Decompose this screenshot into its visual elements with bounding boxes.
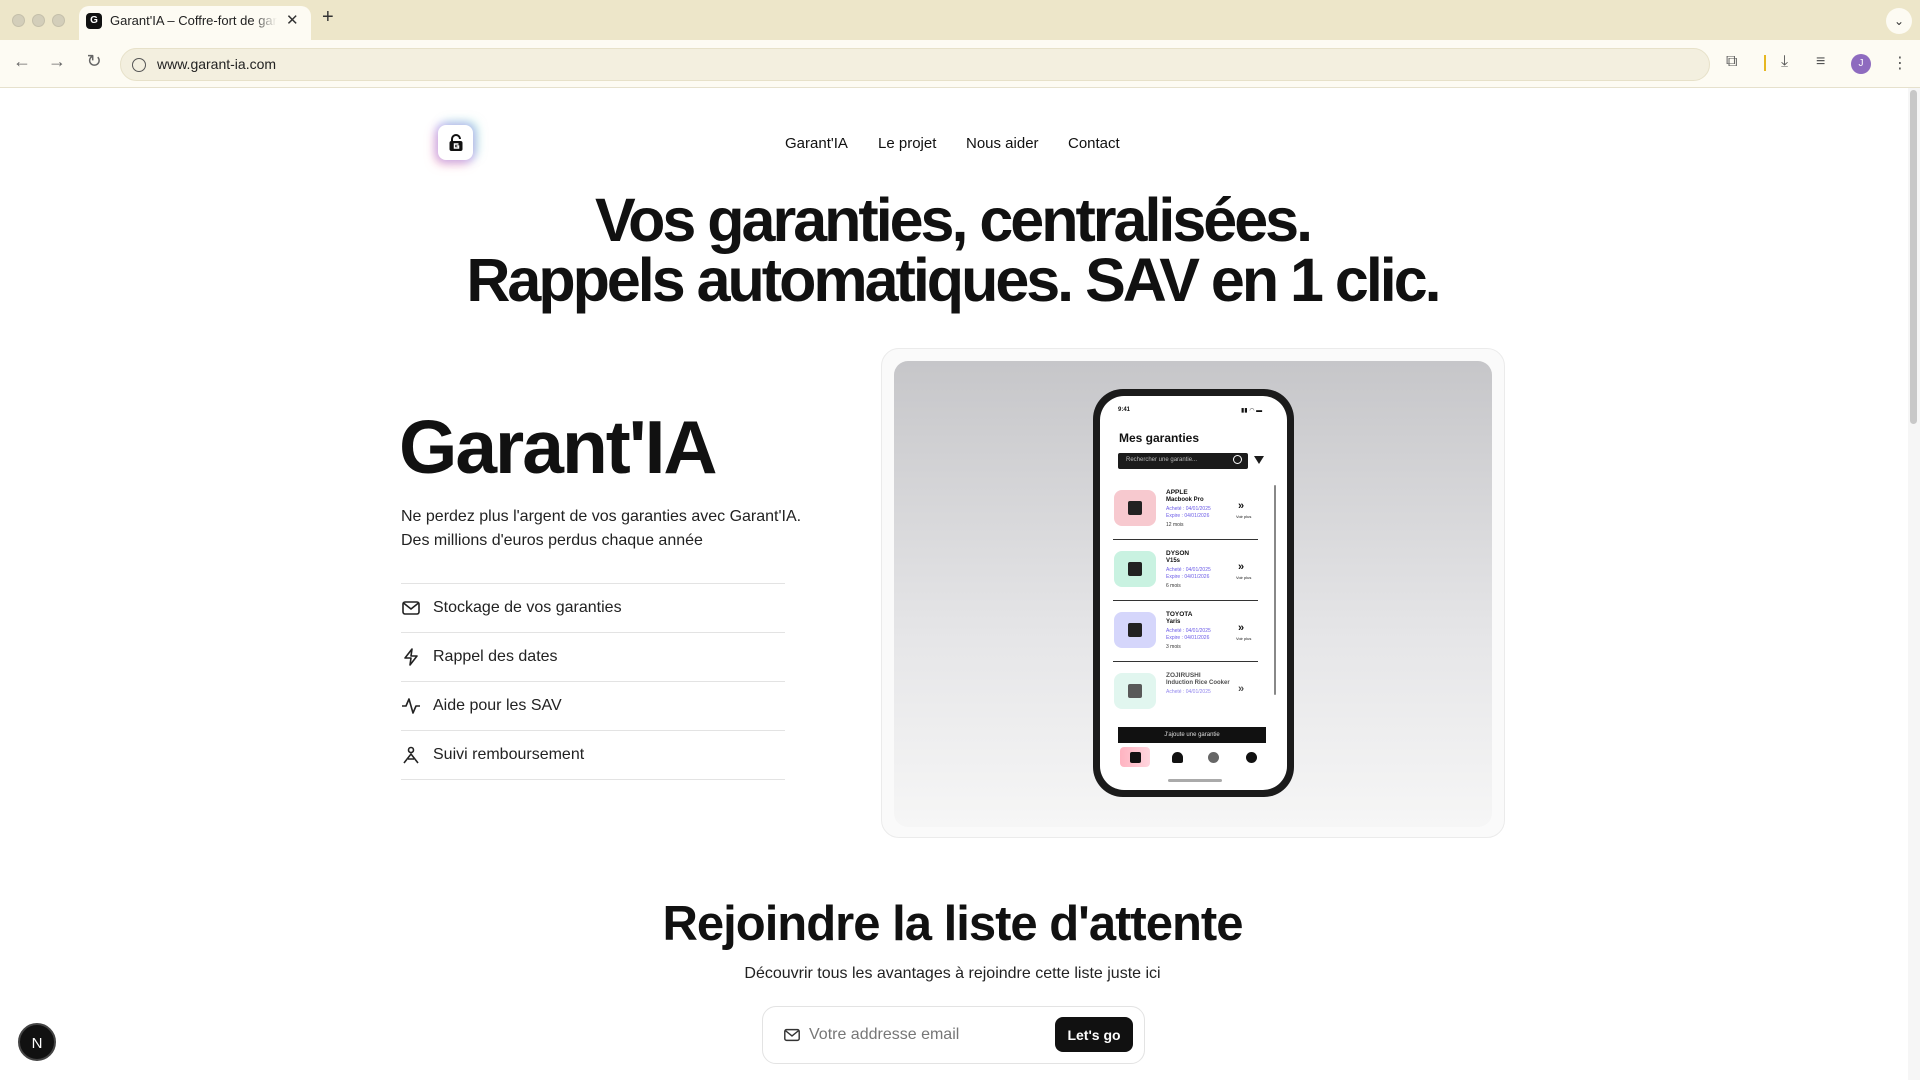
mail-icon (784, 1028, 800, 1042)
phone-search-icon (1233, 455, 1242, 464)
phone-screen-title: Mes garanties (1119, 431, 1200, 445)
item-duration: 6 mois (1166, 583, 1181, 589)
mail-icon (402, 601, 420, 615)
hero-headline-line-1: Vos garanties, centralisées. (594, 186, 1313, 254)
more-icon[interactable]: ⋮ (1892, 53, 1908, 73)
profile-avatar[interactable]: J (1851, 54, 1871, 74)
item-expiry-date: Expire : 04/01/2026 (1166, 513, 1210, 519)
feature-item-rappel: Rappel des dates (401, 633, 785, 682)
phone-warranty-item: TOYOTA Yaris Acheté : 04/01/2025 Expire … (1113, 606, 1258, 662)
pulse-icon (402, 698, 420, 714)
item-model: V15s (1166, 558, 1181, 564)
item-model: Macbook Pro (1166, 497, 1204, 503)
item-more-link: Voir plus (1236, 575, 1252, 580)
feature-label: Suivi remboursement (433, 746, 585, 763)
window-zoom-dot[interactable] (52, 14, 65, 27)
tab-title[interactable]: Garant'IA – Coffre-fort de garanties (110, 13, 277, 28)
feature-label: Rappel des dates (433, 648, 558, 665)
feature-item-remboursement: Suivi remboursement (401, 731, 785, 780)
item-model: Induction Rice Cooker (1166, 680, 1230, 686)
url-text[interactable]: www.garant-ia.com (157, 56, 276, 72)
tab-search-chevron-icon[interactable]: ⌄ (1886, 8, 1912, 34)
bolt-icon (404, 648, 418, 666)
dev-tools-badge[interactable]: N (18, 1023, 56, 1061)
phone-warranty-item: DYSON V15s Acheté : 04/01/2025 Expire : … (1113, 545, 1258, 601)
item-expiry-date: Expire : 04/01/2026 (1166, 574, 1210, 580)
item-brand: TOYOTA (1166, 611, 1193, 618)
double-chevron-icon: » (1238, 561, 1245, 573)
phone-status-icons: ▮▮ ◠ ▬ (1241, 408, 1263, 414)
phone-tab-home-icon (1120, 747, 1150, 767)
back-icon[interactable]: ← (10, 51, 34, 72)
phone-tab-coin-icon (1198, 747, 1228, 767)
reading-list-icon[interactable]: ≡ (1816, 53, 1825, 71)
item-more-link: Voir plus (1236, 514, 1252, 519)
phone-tab-bell-icon (1162, 747, 1192, 767)
intro-lead: Ne perdez plus l'argent de vos garanties… (401, 508, 802, 549)
feature-item-sav: Aide pour les SAV (401, 682, 785, 731)
feature-label: Stockage de vos garanties (433, 599, 622, 616)
laptop-icon (1114, 490, 1156, 526)
phone-add-warranty-button: J'ajoute une garantie (1118, 727, 1266, 743)
reload-icon[interactable]: ↻ (82, 51, 106, 72)
feature-list: Stockage de vos garanties Rappel des dat… (401, 583, 785, 780)
phone-warranty-item: APPLE Macbook Pro Acheté : 04/01/2025 Ex… (1113, 484, 1258, 540)
phone-scrollbar (1274, 485, 1276, 695)
download-icon[interactable]: ⤓ (1781, 53, 1788, 71)
car-icon (1114, 612, 1156, 648)
phone-tab-profile-icon (1236, 747, 1266, 767)
person-arrow-icon (403, 746, 419, 764)
window-close-dot[interactable] (12, 14, 25, 27)
item-duration: 12 mois (1166, 522, 1184, 528)
item-brand: ZOJIRUSHI (1166, 672, 1201, 679)
item-brand: APPLE (1166, 489, 1188, 496)
phone-status-time: 9:41 (1118, 407, 1131, 413)
tab-close-icon[interactable]: ✕ (286, 11, 299, 29)
waitlist-subtitle: Découvrir tous les avantages à rejoindre… (744, 965, 1161, 982)
feature-label: Aide pour les SAV (433, 697, 562, 714)
nav-link-le-projet[interactable]: Le projet (878, 135, 936, 152)
phone-home-indicator (1168, 779, 1222, 782)
item-brand: DYSON (1166, 550, 1190, 557)
brand-title: Garant'IA (399, 405, 718, 489)
item-more-link: Voir plus (1236, 636, 1252, 641)
nav-link-nous-aider[interactable]: Nous aider (966, 135, 1039, 152)
waitlist-title: Rejoindre la liste d'attente (662, 897, 1244, 951)
item-bought-date: Acheté : 04/01/2025 (1166, 567, 1211, 573)
tab-favicon-icon: G (86, 13, 102, 29)
new-tab-icon[interactable]: + (322, 6, 334, 29)
item-expiry-date: Expire : 04/01/2026 (1166, 635, 1210, 641)
phone-warranty-item: ZOJIRUSHI Induction Rice Cooker Acheté :… (1113, 667, 1258, 723)
double-chevron-icon: » (1238, 500, 1245, 512)
item-duration: 3 mois (1166, 644, 1181, 650)
lock-g-icon (449, 133, 462, 151)
nav-link-garantia[interactable]: Garant'IA (785, 135, 848, 152)
extensions-icon[interactable]: ⧉ (1726, 53, 1737, 71)
address-bar[interactable] (120, 48, 1710, 81)
double-chevron-icon: » (1238, 622, 1245, 634)
feature-item-stockage: Stockage de vos garanties (401, 584, 785, 633)
phone-filter-icon (1254, 456, 1264, 464)
item-bought-date: Acheté : 04/01/2025 (1166, 506, 1211, 512)
nav-link-contact[interactable]: Contact (1068, 135, 1120, 152)
item-bought-date: Acheté : 04/01/2025 (1166, 628, 1211, 634)
email-field[interactable] (809, 1024, 1049, 1046)
item-bought-date: Acheté : 04/01/2025 (1166, 689, 1211, 695)
hero-headline-line-2: Rappels automatiques. SAV en 1 clic. (466, 246, 1441, 314)
site-logo[interactable] (438, 125, 473, 160)
window-minimize-dot[interactable] (32, 14, 45, 27)
phone-search-placeholder: Rechercher une garantie... (1126, 457, 1198, 463)
submit-waitlist-button[interactable]: Let's go (1055, 1017, 1133, 1052)
toolbar-separator (1764, 55, 1766, 71)
house-icon (1114, 551, 1156, 587)
item-model: Yaris (1166, 619, 1181, 625)
scrollbar-thumb[interactable] (1910, 90, 1917, 424)
forward-icon[interactable]: → (45, 51, 69, 72)
site-info-icon[interactable] (132, 58, 146, 72)
house-icon (1114, 673, 1156, 709)
double-chevron-icon: » (1238, 683, 1245, 695)
